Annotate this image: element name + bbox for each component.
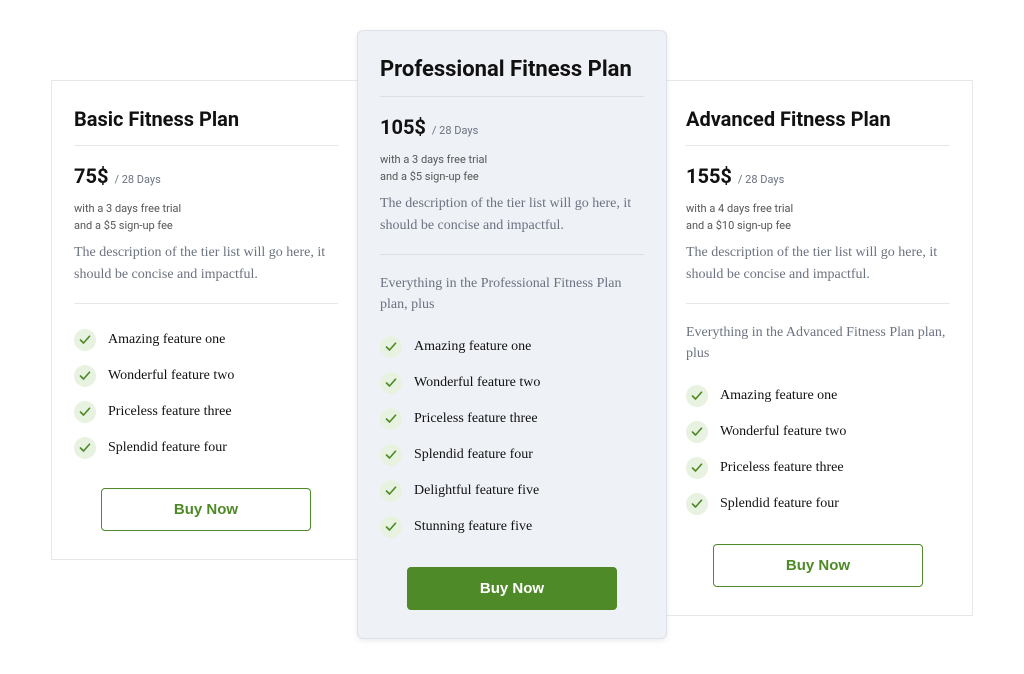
feature-item: Wonderful feature two (686, 414, 950, 450)
trial-text: with a 4 days free trial (686, 202, 950, 215)
feature-item: Amazing feature one (74, 322, 338, 358)
trial-text: with a 3 days free trial (380, 153, 644, 166)
feature-label: Splendid feature four (720, 496, 839, 512)
check-icon (74, 365, 96, 387)
feature-item: Wonderful feature two (380, 365, 644, 401)
feature-item: Delightful feature five (380, 473, 644, 509)
check-icon (686, 421, 708, 443)
plan-card-professional: Professional Fitness Plan 105$ / 28 Days… (357, 30, 667, 639)
feature-label: Priceless feature three (720, 460, 844, 476)
feature-item: Priceless feature three (380, 401, 644, 437)
price-line: 155$ / 28 Days (686, 164, 950, 188)
check-icon (380, 336, 402, 358)
check-icon (380, 480, 402, 502)
plan-price: 105$ (380, 115, 426, 139)
feature-label: Stunning feature five (414, 519, 532, 535)
check-icon (380, 372, 402, 394)
signup-text: and a $10 sign-up fee (686, 219, 950, 232)
feature-item: Stunning feature five (380, 509, 644, 545)
plan-description: The description of the tier list will go… (380, 193, 644, 255)
check-icon (74, 437, 96, 459)
feature-item: Priceless feature three (686, 450, 950, 486)
plan-title: Advanced Fitness Plan (686, 107, 950, 146)
feature-list: Amazing feature one Wonderful feature tw… (380, 329, 644, 545)
feature-label: Amazing feature one (720, 388, 837, 404)
feature-label: Amazing feature one (414, 339, 531, 355)
check-icon (380, 516, 402, 538)
buy-now-button[interactable]: Buy Now (713, 544, 923, 587)
feature-list: Amazing feature one Wonderful feature tw… (686, 378, 950, 522)
plan-title: Basic Fitness Plan (74, 107, 338, 146)
feature-label: Delightful feature five (414, 483, 539, 499)
feature-item: Wonderful feature two (74, 358, 338, 394)
feature-label: Amazing feature one (108, 332, 225, 348)
plan-price: 155$ (686, 164, 732, 188)
buy-now-button[interactable]: Buy Now (101, 488, 311, 531)
price-line: 105$ / 28 Days (380, 115, 644, 139)
feature-item: Amazing feature one (686, 378, 950, 414)
feature-label: Splendid feature four (108, 440, 227, 456)
plan-period: / 28 Days (114, 173, 160, 186)
feature-label: Wonderful feature two (108, 368, 234, 384)
signup-text: and a $5 sign-up fee (380, 170, 644, 183)
plan-period: / 28 Days (738, 173, 784, 186)
pricing-plans-row: Basic Fitness Plan 75$ / 28 Days with a … (51, 30, 973, 639)
check-icon (686, 385, 708, 407)
check-icon (74, 329, 96, 351)
check-icon (74, 401, 96, 423)
feature-label: Priceless feature three (414, 411, 538, 427)
check-icon (686, 457, 708, 479)
price-line: 75$ / 28 Days (74, 164, 338, 188)
signup-text: and a $5 sign-up fee (74, 219, 338, 232)
feature-label: Wonderful feature two (414, 375, 540, 391)
feature-label: Wonderful feature two (720, 424, 846, 440)
check-icon (380, 408, 402, 430)
feature-item: Splendid feature four (686, 486, 950, 522)
buy-now-button[interactable]: Buy Now (407, 567, 617, 610)
plan-card-basic: Basic Fitness Plan 75$ / 28 Days with a … (51, 80, 361, 560)
plan-period: / 28 Days (432, 124, 478, 137)
everything-text: Everything in the Professional Fitness P… (380, 273, 644, 315)
check-icon (380, 444, 402, 466)
plan-price: 75$ (74, 164, 108, 188)
feature-item: Priceless feature three (74, 394, 338, 430)
check-icon (686, 493, 708, 515)
plan-card-advanced: Advanced Fitness Plan 155$ / 28 Days wit… (663, 80, 973, 616)
plan-description: The description of the tier list will go… (74, 242, 338, 304)
feature-label: Priceless feature three (108, 404, 232, 420)
trial-text: with a 3 days free trial (74, 202, 338, 215)
feature-item: Splendid feature four (74, 430, 338, 466)
feature-label: Splendid feature four (414, 447, 533, 463)
feature-item: Amazing feature one (380, 329, 644, 365)
everything-text: Everything in the Advanced Fitness Plan … (686, 322, 950, 364)
feature-list: Amazing feature one Wonderful feature tw… (74, 322, 338, 466)
plan-description: The description of the tier list will go… (686, 242, 950, 304)
plan-title: Professional Fitness Plan (380, 57, 644, 97)
feature-item: Splendid feature four (380, 437, 644, 473)
